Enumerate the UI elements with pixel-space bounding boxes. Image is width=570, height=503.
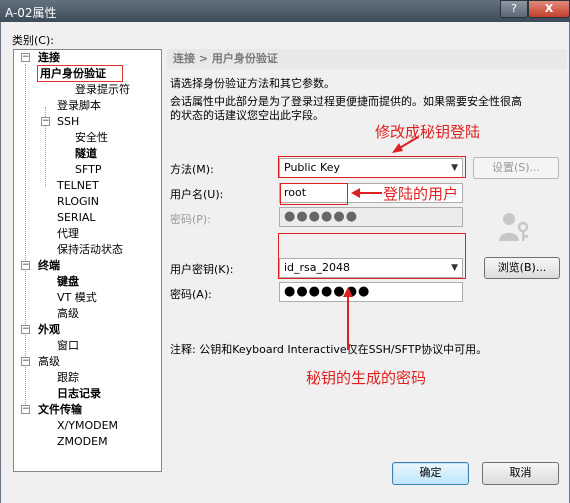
title-bar: A-02属性 ? X (0, 0, 570, 22)
window-title: A-02属性 (5, 6, 57, 20)
annotation-arrows (343, 136, 419, 350)
help-button[interactable]: ? (500, 0, 528, 18)
close-button[interactable]: X (528, 0, 570, 18)
ok-button[interactable]: 确定 (392, 462, 469, 485)
dialog-body: 类别(C): − 连接 用户身份验证 登录提示符 登录脚本 − SSH 安全性 … (0, 22, 570, 503)
cancel-button[interactable]: 取消 (482, 462, 559, 485)
